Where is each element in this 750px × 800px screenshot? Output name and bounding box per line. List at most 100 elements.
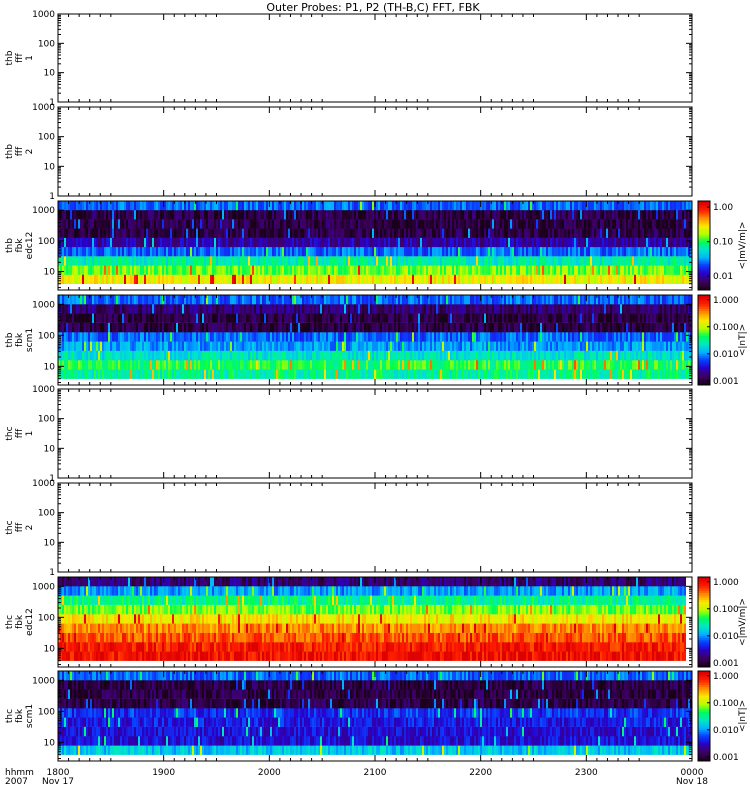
spectrogram-cell	[322, 304, 325, 314]
spectrogram-cell	[134, 237, 137, 248]
spectrogram-cell	[464, 274, 467, 284]
spectrogram-cell	[244, 350, 247, 361]
spectrogram-cell	[238, 209, 241, 220]
spectrogram-cell	[582, 228, 585, 238]
spectrogram-cell	[562, 256, 565, 266]
spectrogram-cell	[266, 265, 269, 275]
spectrogram-cell	[318, 304, 321, 314]
spectrogram-cell	[632, 209, 635, 220]
spectrogram-cell	[262, 295, 265, 305]
spectrogram-cell	[614, 209, 617, 220]
spectrogram-cell	[138, 313, 141, 323]
spectrogram-cell	[580, 246, 583, 257]
spectrogram-cell	[208, 265, 211, 275]
spectrogram-cell	[328, 219, 331, 229]
spectrogram-cell	[108, 369, 111, 379]
spectrogram-cell	[148, 304, 151, 314]
spectrogram-cell	[214, 246, 217, 257]
spectrogram-cell	[526, 237, 529, 248]
spectrogram-cell	[168, 228, 171, 238]
spectrogram-cell	[398, 201, 401, 211]
spectrogram-cell	[276, 295, 279, 305]
spectrogram-cell	[224, 256, 227, 266]
spectrogram-cell	[86, 341, 89, 351]
spectrogram-cell	[396, 360, 399, 370]
spectrogram-cell	[548, 274, 551, 284]
spectrogram-cell	[184, 228, 187, 238]
spectrogram-cell	[434, 237, 437, 248]
spectrogram-cell	[106, 295, 109, 305]
spectrogram-cell	[276, 274, 279, 284]
spectrogram-cell	[474, 256, 477, 266]
spectrogram-cell	[336, 322, 339, 333]
spectrogram-cell	[340, 209, 343, 220]
spectrogram-cell	[298, 256, 301, 266]
spectrogram-cell	[342, 369, 345, 379]
spectrogram-cell	[562, 201, 565, 211]
spectrogram-cell	[402, 350, 405, 361]
spectrogram-cell	[598, 228, 601, 238]
spectrogram-cell	[172, 341, 175, 351]
spectrogram-cell	[530, 265, 533, 275]
spectrogram-cell	[230, 219, 233, 229]
spectrogram-cell	[636, 237, 639, 248]
spectrogram-cell	[272, 237, 275, 248]
spectrogram-cell	[464, 201, 467, 211]
spectrogram-cell	[282, 246, 285, 257]
spectrogram-cell	[220, 274, 223, 284]
spectrogram-cell	[96, 237, 99, 248]
spectrogram-cell	[556, 201, 559, 211]
spectrogram-cell	[560, 209, 563, 220]
panel-thb-fbk-scm1: 0.0010.0100.1001.000<|nT|>101001000thb fb…	[5, 294, 748, 387]
spectrogram-cell	[124, 295, 127, 305]
spectrogram-cell	[210, 313, 213, 323]
spectrogram-cell	[638, 265, 641, 275]
spectrogram-cell	[476, 228, 479, 238]
spectrogram-cell	[498, 256, 501, 266]
spectrogram-cell	[206, 332, 209, 342]
colorbar-step	[698, 252, 710, 255]
spectrogram-cell	[456, 256, 459, 266]
spectrogram-cell	[212, 274, 215, 284]
spectrogram-cell	[112, 265, 115, 275]
spectrogram-cell	[86, 256, 89, 266]
spectrogram-cell	[576, 219, 579, 229]
spectrogram-cell	[444, 228, 447, 238]
spectrogram-cell	[70, 265, 73, 275]
spectrogram-cell	[88, 256, 91, 266]
spectrogram-cell	[114, 332, 117, 342]
spectrogram-cell	[390, 219, 393, 229]
spectrogram-cell	[166, 350, 169, 361]
spectrogram-cell	[452, 228, 455, 238]
spectrogram-cell	[544, 209, 547, 220]
spectrogram-cell	[248, 219, 251, 229]
spectrogram-cell	[134, 228, 137, 238]
spectrogram-cell	[82, 246, 85, 257]
spectrogram-cell	[234, 237, 237, 248]
spectrogram-cell	[608, 265, 611, 275]
spectrogram-cell	[522, 209, 525, 220]
spectrogram-cell	[448, 256, 451, 266]
spectrogram-cell	[624, 246, 627, 257]
spectrogram-cell	[278, 341, 281, 351]
spectrogram-cell	[316, 274, 319, 284]
spectrogram-cell	[104, 265, 107, 275]
spectrogram-cell	[302, 219, 305, 229]
spectrogram-cell	[482, 209, 485, 220]
spectrogram-cell	[204, 313, 207, 323]
spectrogram-cell	[110, 313, 113, 323]
spectrogram-cell	[270, 350, 273, 361]
spectrogram-cell	[90, 256, 93, 266]
spectrogram-cell	[266, 237, 269, 248]
spectrogram-cell	[228, 350, 231, 361]
spectrogram-cell	[312, 209, 315, 220]
spectrogram-cell	[164, 295, 167, 305]
spectrogram-cell	[502, 228, 505, 238]
spectrogram-cell	[430, 341, 433, 351]
spectrogram-cell	[356, 246, 359, 257]
spectrogram-cell	[346, 350, 349, 361]
spectrogram-cell	[74, 322, 77, 333]
spectrogram-cell	[386, 201, 389, 211]
spectrogram-cell	[116, 322, 119, 333]
spectrogram-cell	[444, 201, 447, 211]
